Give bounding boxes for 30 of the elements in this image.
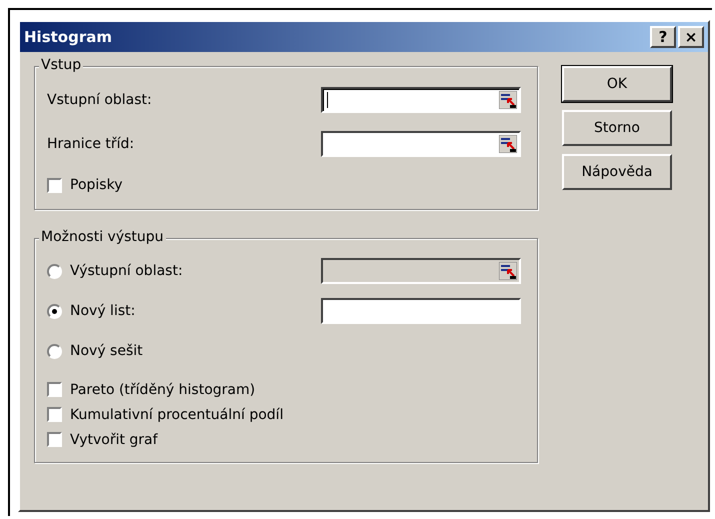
checkbox-label: Pareto (tříděný histogram)	[70, 382, 256, 398]
checkbox[interactable]	[47, 407, 62, 422]
range-picker-icon[interactable]	[499, 91, 517, 109]
input-field[interactable]	[321, 87, 521, 113]
dialog-button[interactable]: Nápověda	[562, 154, 672, 190]
checkbox[interactable]	[47, 382, 62, 397]
dialog-button[interactable]: OK	[562, 66, 672, 102]
help-button[interactable]: ?	[650, 26, 676, 48]
dialog-button[interactable]: Storno	[562, 110, 672, 146]
radio-label: Výstupní oblast:	[70, 263, 183, 279]
window-title: Histogram	[24, 28, 112, 46]
radio-label: Nový sešit	[70, 343, 143, 359]
checkbox-label: Vytvořit graf	[70, 432, 158, 448]
radio-button[interactable]	[47, 264, 62, 278]
radio-label: Nový list:	[70, 303, 136, 319]
checkbox-label: Kumulativní procentuální podíl	[70, 406, 284, 422]
checkbox[interactable]	[47, 432, 62, 447]
close-button[interactable]: ×	[678, 26, 704, 48]
input-field[interactable]	[321, 298, 521, 324]
input-field[interactable]	[321, 131, 521, 157]
group-title: Vstup	[39, 57, 84, 73]
range-picker-icon[interactable]	[499, 135, 517, 153]
text-cursor	[327, 92, 328, 108]
checkbox-label: Popisky	[70, 177, 122, 193]
radio-button[interactable]	[47, 304, 62, 318]
group-title: Možnosti výstupu	[39, 229, 166, 245]
field-label: Hranice tříd:	[47, 136, 134, 152]
checkbox[interactable]	[47, 178, 62, 192]
radio-button[interactable]	[47, 344, 62, 358]
field-label: Vstupní oblast:	[47, 92, 152, 108]
